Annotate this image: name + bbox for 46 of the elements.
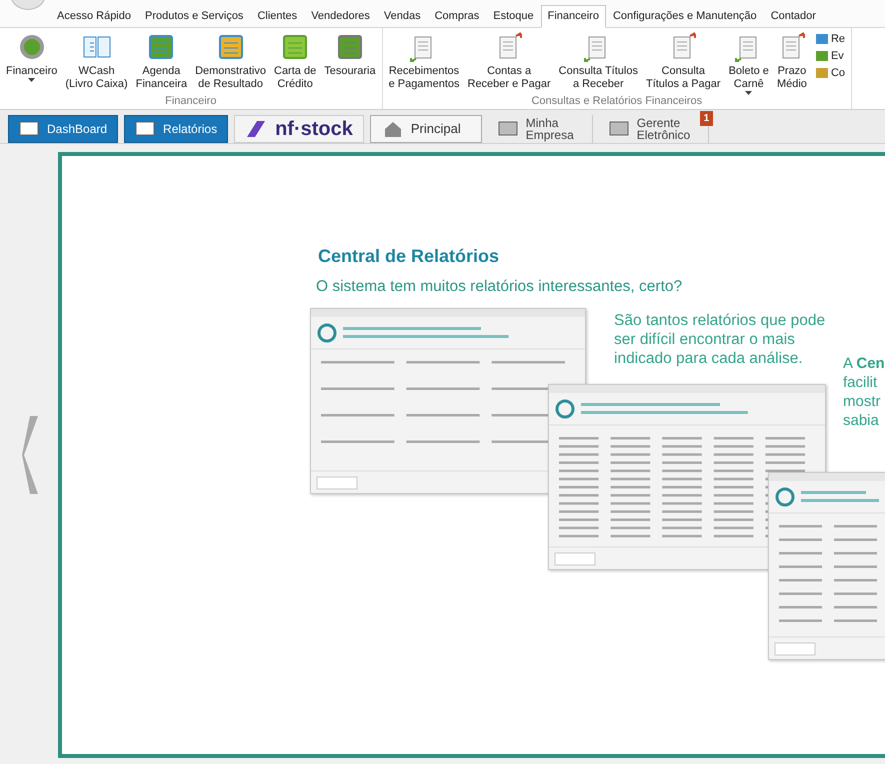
menu-tab[interactable]: Financeiro <box>540 5 606 28</box>
menu-tab[interactable]: Vendedores <box>304 5 377 28</box>
slide-subtitle: O sistema tem muitos relatórios interessantes, certo? <box>316 278 682 296</box>
ribbon-button[interactable]: Boleto e Carnê <box>728 28 769 95</box>
menu-tab[interactable]: Vendas <box>376 5 428 28</box>
caret-icon <box>745 91 752 95</box>
menu-tab[interactable]: Compras <box>428 5 486 28</box>
ribbon-button[interactable]: Consulta Títulos a Pagar <box>646 28 721 95</box>
ribbon-button[interactable]: Tesouraria <box>324 28 376 95</box>
menu-tab[interactable]: Acesso Rápido <box>50 5 138 28</box>
notification-badge: 1 <box>700 111 714 126</box>
menu-tab[interactable]: Estoque <box>486 5 541 28</box>
menu-tab[interactable]: Configurações e Manutenção <box>606 5 764 28</box>
ribbon-button[interactable]: Recebimentos e Pagamentos <box>388 28 460 95</box>
module-tab[interactable]: Minha Empresa <box>488 115 593 143</box>
ribbon-button[interactable]: Prazo Médio <box>776 28 807 95</box>
module-icon <box>498 120 518 138</box>
ribbon-button[interactable]: Financeiro <box>6 28 58 95</box>
house-icon <box>382 120 403 138</box>
ribbon-button[interactable]: Agenda Financeira <box>136 28 188 95</box>
group-label: Consultas e Relatórios Financeiros <box>530 95 704 109</box>
ribbon-small-button[interactable]: Re <box>814 32 845 46</box>
ribbon-button[interactable]: Demonstrativo de Resultado <box>195 28 266 95</box>
module-icon <box>608 120 629 138</box>
slide-paragraph: São tantos relatórios que pode ser difícil encontrar o mais indicado para cada análise. <box>614 311 826 368</box>
slide-side-text: A Cen facilit mostr sabia <box>843 354 885 430</box>
ribbon-button[interactable]: Consulta Títulos a Receber <box>558 28 638 95</box>
caret-icon <box>28 78 36 82</box>
menu-tab[interactable]: Contador <box>764 5 823 28</box>
menu-tab[interactable]: Clientes <box>250 5 304 28</box>
module-icon <box>19 120 39 138</box>
previous-arrow-icon[interactable] <box>22 416 40 494</box>
ribbon-button[interactable]: WCash (Livro Caixa) <box>65 28 128 95</box>
slide-title: Central de Relatórios <box>318 246 500 267</box>
module-tab[interactable]: DashBoard <box>8 115 118 143</box>
module-tab[interactable]: nf·stock <box>234 115 364 143</box>
module-tab[interactable]: Relatórios <box>124 115 228 143</box>
ribbon-small-button[interactable]: Co <box>814 66 845 80</box>
group-label: Financeiro <box>164 95 218 109</box>
module-icon <box>135 120 156 138</box>
ribbon-button[interactable]: Carta de Crédito <box>274 28 316 95</box>
module-tab[interactable]: Principal <box>370 115 482 143</box>
menu-tab[interactable]: Produtos e Serviços <box>138 5 250 28</box>
ribbon-button[interactable]: Contas a Receber e Pagar <box>468 28 551 95</box>
ribbon-small-button[interactable]: Ev <box>814 49 845 63</box>
logo-icon <box>245 119 268 139</box>
